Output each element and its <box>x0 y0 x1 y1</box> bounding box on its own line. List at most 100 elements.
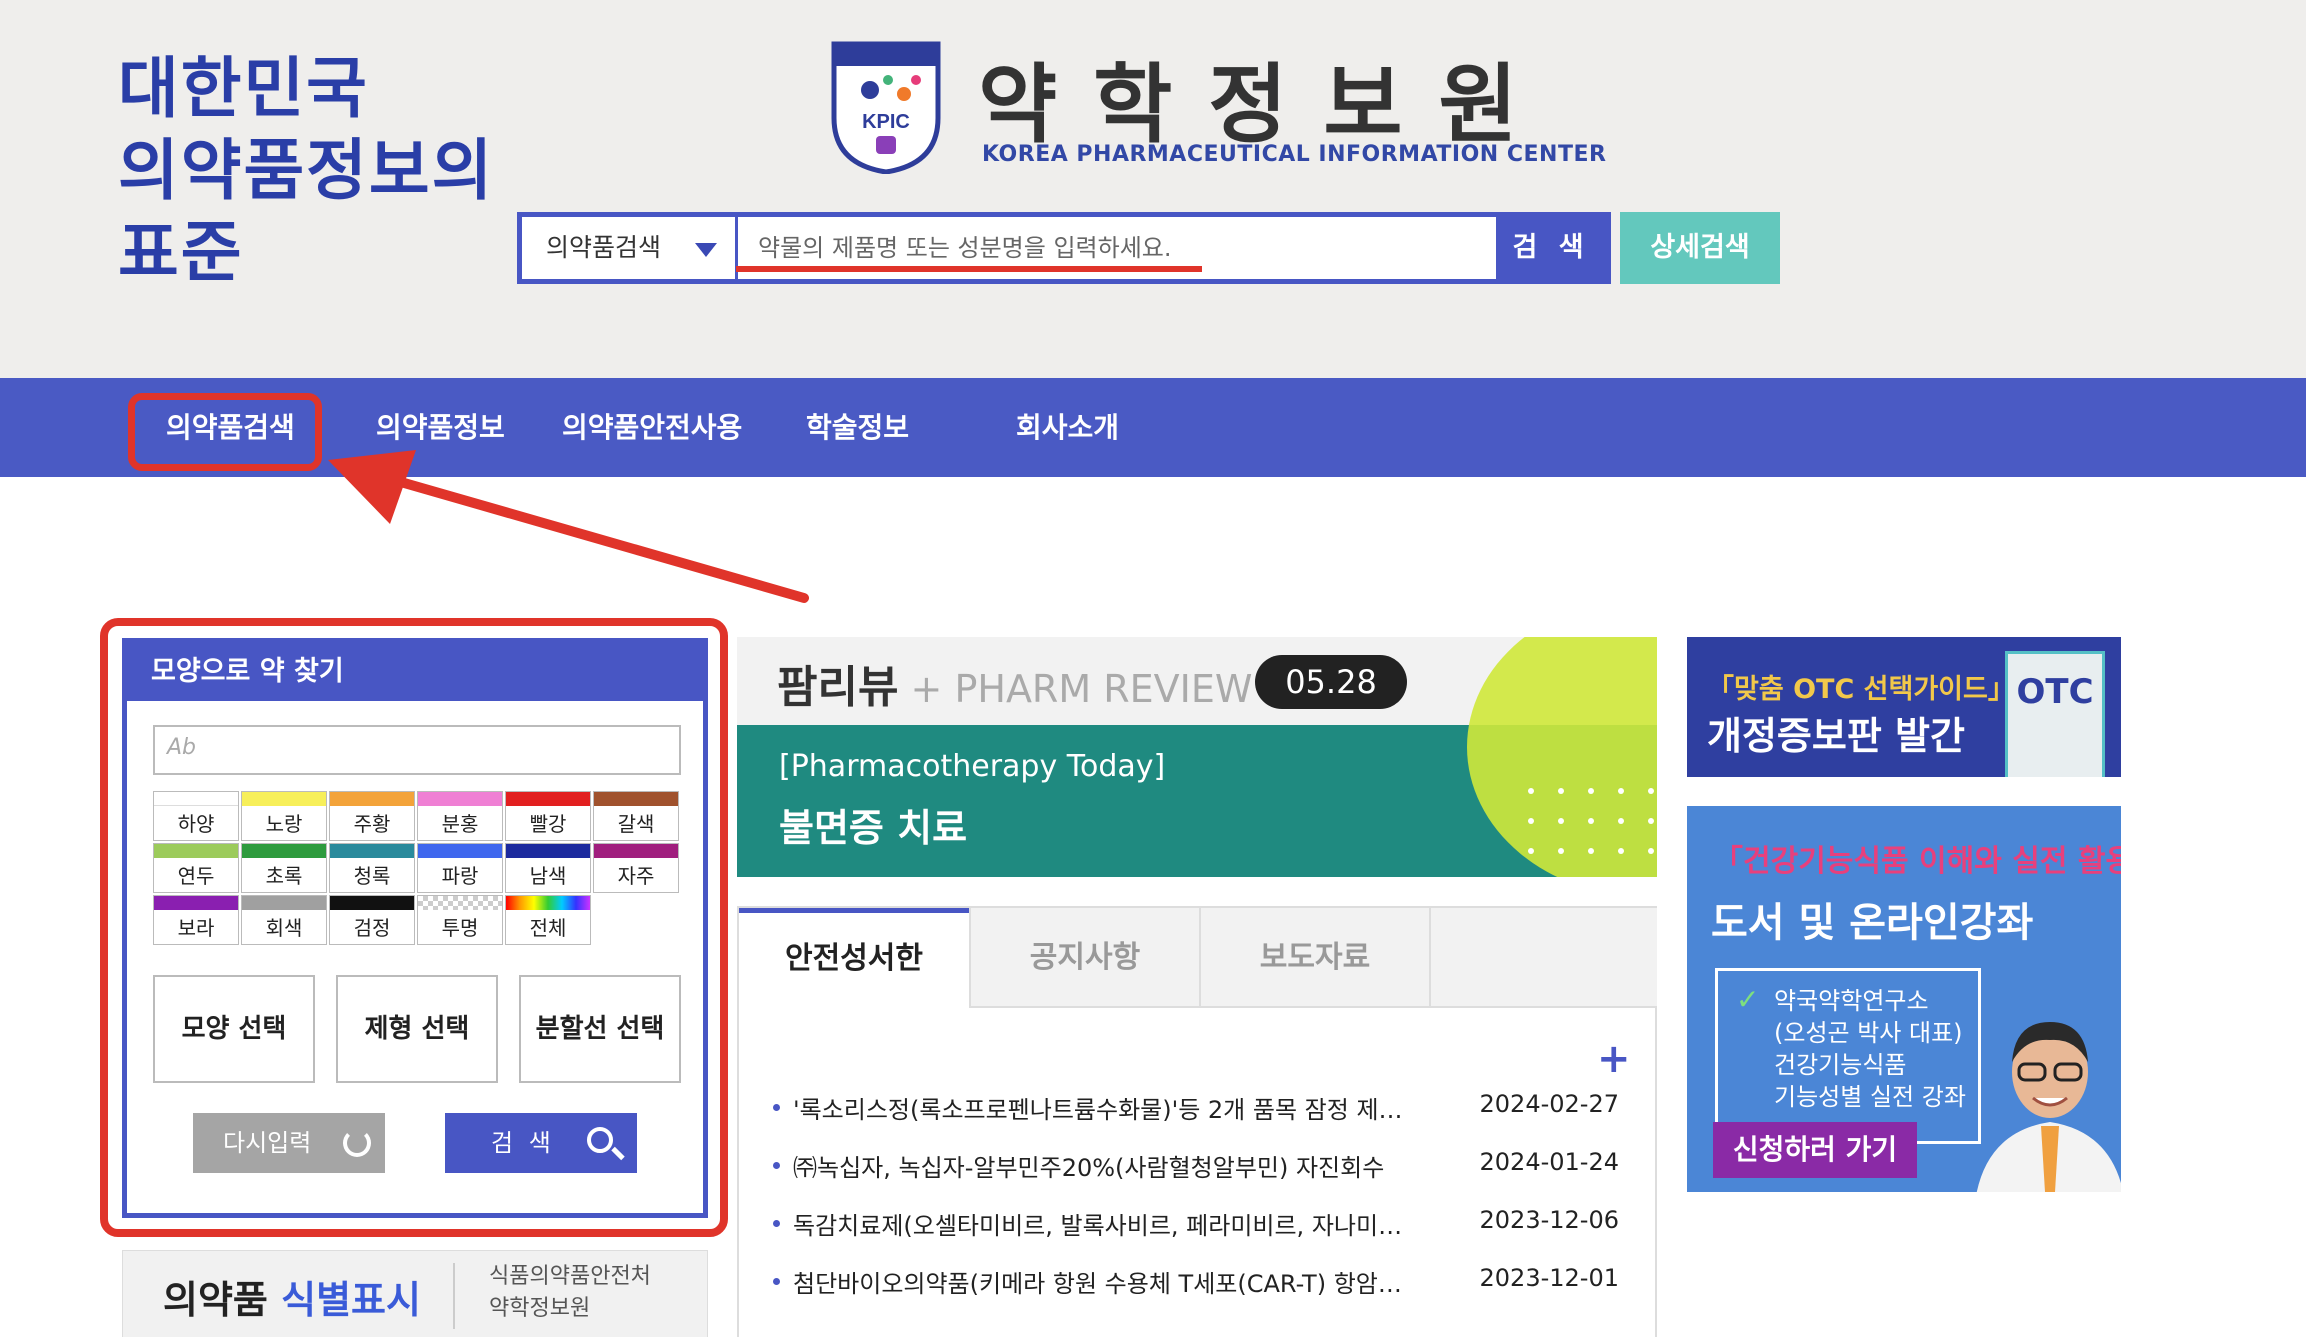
hf-line: 건강기능식품 <box>1774 1051 1907 1079</box>
bullet-icon <box>773 1278 780 1285</box>
shape-select-button[interactable]: 모양 선택 <box>153 975 315 1083</box>
shape-search-button-label: 검 색 <box>491 1129 555 1157</box>
color-option[interactable]: 자주 <box>593 843 679 893</box>
color-option[interactable]: 청록 <box>329 843 415 893</box>
color-option[interactable]: 투명 <box>417 895 503 945</box>
health-food-banner[interactable]: 「건강기능식품 이해와 실전 활용」 도서 및 온라인강좌 ✓ 약국약학연구소 … <box>1687 806 2121 1192</box>
color-option[interactable]: 빨강 <box>505 791 591 841</box>
list-item-title: 첨단바이오의약품(키메라 항원 수용체 T세포(CAR-T) 항암제) 안전성 … <box>793 1270 1413 1298</box>
color-swatch <box>418 896 502 910</box>
drug-identification-banner[interactable]: 의약품 식별표시 식품의약품안전처 약학정보원 <box>122 1250 708 1337</box>
review-date-badge: 05.28 <box>1255 655 1407 709</box>
color-option[interactable]: 주황 <box>329 791 415 841</box>
tab-safety-letters[interactable]: 안전성서한 <box>739 908 969 1008</box>
list-item[interactable]: '록소리스정(록소프로펜나트륨수화물)'등 2개 품목 잠정 제조판매중지 20… <box>773 1082 1623 1132</box>
color-swatch <box>594 844 678 858</box>
review-kicker: [Pharmacotherapy Today] <box>779 749 1166 784</box>
bullet-icon <box>773 1104 780 1111</box>
color-option[interactable]: 전체 <box>505 895 591 945</box>
logo-title[interactable]: 약학정보원 <box>978 34 1554 159</box>
color-label: 연두 <box>177 864 215 888</box>
color-option[interactable]: 하양 <box>153 791 239 841</box>
color-swatch <box>330 792 414 806</box>
color-label: 분홍 <box>441 812 479 836</box>
tab-notices[interactable]: 공지사항 <box>969 908 1199 1008</box>
shape-search-title: 모양으로 약 찾기 <box>127 643 703 701</box>
color-option[interactable]: 노랑 <box>241 791 327 841</box>
list-item-date: 2024-02-27 <box>1479 1090 1619 1118</box>
hf-banner-top: 「건강기능식품 이해와 실전 활용」 <box>1713 844 2121 879</box>
search-button[interactable]: 검 색 <box>1496 217 1606 279</box>
hf-line: (오성곤 박사 대표) <box>1774 1019 1963 1047</box>
kpic-logo-icon[interactable]: KPIC <box>830 40 942 174</box>
color-option[interactable]: 회색 <box>241 895 327 945</box>
list-item-date: 2024-01-24 <box>1479 1148 1619 1176</box>
color-swatch <box>330 896 414 910</box>
color-swatch <box>330 844 414 858</box>
color-option[interactable]: 분홍 <box>417 791 503 841</box>
color-label: 주황 <box>353 812 391 836</box>
notice-tabs: 안전성서한 공지사항 보도자료 + '록소리스정(록소프로펜나트륨수화물)'등 … <box>737 906 1657 1337</box>
list-item-title: ㈜녹십자, 녹십자-알부민주20%(사람혈청알부민) 자진회수 <box>793 1154 1385 1182</box>
text-format-icon: Ab <box>167 735 197 760</box>
color-swatch <box>506 844 590 858</box>
color-option[interactable]: 파랑 <box>417 843 503 893</box>
ident-org: 식품의약품안전처 약학정보원 <box>489 1261 651 1325</box>
color-swatch <box>506 792 590 806</box>
slogan-line: 의약품정보의 <box>118 132 495 209</box>
detail-search-button[interactable]: 상세검색 <box>1620 212 1780 284</box>
color-label: 전체 <box>529 916 567 940</box>
color-label: 자주 <box>617 864 655 888</box>
splitline-select-button[interactable]: 분할선 선택 <box>519 975 681 1083</box>
person-photo-icon <box>1976 1022 2121 1192</box>
bullet-icon <box>773 1220 780 1227</box>
shape-search-button[interactable]: 검 색 <box>445 1113 637 1173</box>
more-plus-icon[interactable]: + <box>1597 1036 1631 1082</box>
annotation-highlight-box <box>128 393 322 471</box>
list-item-title: 독감치료제(오셀타미비르, 발록사비르, 페라미비르, 자나미비르) 안전성 서… <box>793 1212 1413 1240</box>
nav-item-company[interactable]: 회사소개 <box>1016 378 1119 477</box>
otc-banner-big: 개정증보판 발간 <box>1707 714 1965 758</box>
search-type-select[interactable]: 의약품검색 <box>522 217 738 279</box>
reset-button[interactable]: 다시입력 <box>193 1113 385 1173</box>
list-item-title: '록소리스정(록소프로펜나트륨수화물)'등 2개 품목 잠정 제조판매중지 <box>793 1096 1413 1124</box>
color-option[interactable]: 연두 <box>153 843 239 893</box>
hf-line: 기능성별 실전 강좌 <box>1774 1083 1966 1111</box>
divider <box>453 1263 455 1329</box>
search-icon <box>587 1127 613 1153</box>
color-option[interactable]: 남색 <box>505 843 591 893</box>
imprint-input[interactable]: Ab <box>153 725 681 775</box>
check-icon: ✓ <box>1736 983 1760 1016</box>
list-item[interactable]: 첨단바이오의약품(키메라 항원 수용체 T세포(CAR-T) 항암제) 안전성 … <box>773 1256 1623 1306</box>
color-label: 초록 <box>265 864 303 888</box>
color-option[interactable]: 보라 <box>153 895 239 945</box>
color-label: 청록 <box>353 864 391 888</box>
review-brand-main: 팜리뷰 <box>777 662 899 713</box>
hf-info-card: ✓ 약국약학연구소 (오성곤 박사 대표) 건강기능식품 기능성별 실전 강좌 <box>1715 968 1981 1144</box>
pharm-review-banner[interactable]: 팜리뷰 + PHARM REVIEW 05.28 [Pharmacotherap… <box>737 637 1657 877</box>
tab-empty <box>1429 908 1657 1008</box>
chevron-down-icon <box>695 243 717 257</box>
color-swatch <box>154 792 238 806</box>
color-label: 회색 <box>265 916 303 940</box>
color-label: 노랑 <box>265 812 303 836</box>
otc-banner-small: 「맞춤 OTC 선택가이드」 <box>1707 674 2015 705</box>
list-item[interactable]: ㈜녹십자, 녹십자-알부민주20%(사람혈청알부민) 자진회수 2024-01-… <box>773 1140 1623 1190</box>
reset-button-label: 다시입력 <box>223 1129 312 1157</box>
bullet-icon <box>773 1162 780 1169</box>
list-item-date: 2023-12-01 <box>1479 1264 1619 1292</box>
apply-button[interactable]: 신청하러 가기 <box>1713 1122 1917 1178</box>
color-option[interactable]: 초록 <box>241 843 327 893</box>
shape-search-panel: 모양으로 약 찾기 Ab 하양 노랑 주황 분홍 빨강 갈색연두 초록 청록 파랑 남색 자주보라 회… <box>122 638 708 1218</box>
book-cover-text: OTC <box>2016 672 2094 712</box>
ident-title-plain: 의약품 <box>163 1278 282 1322</box>
color-option[interactable]: 갈색 <box>593 791 679 841</box>
annotation-arrow-icon <box>328 450 809 603</box>
tab-press[interactable]: 보도자료 <box>1199 908 1429 1008</box>
color-label: 빨강 <box>529 812 567 836</box>
form-select-button[interactable]: 제형 선택 <box>336 975 498 1083</box>
otc-guide-banner[interactable]: 「맞춤 OTC 선택가이드」 개정증보판 발간 OTC <box>1687 637 2121 777</box>
color-option[interactable]: 검정 <box>329 895 415 945</box>
list-item[interactable]: 독감치료제(오셀타미비르, 발록사비르, 페라미비르, 자나미비르) 안전성 서… <box>773 1198 1623 1248</box>
search-bar: 의약품검색 검 색 <box>517 212 1611 284</box>
